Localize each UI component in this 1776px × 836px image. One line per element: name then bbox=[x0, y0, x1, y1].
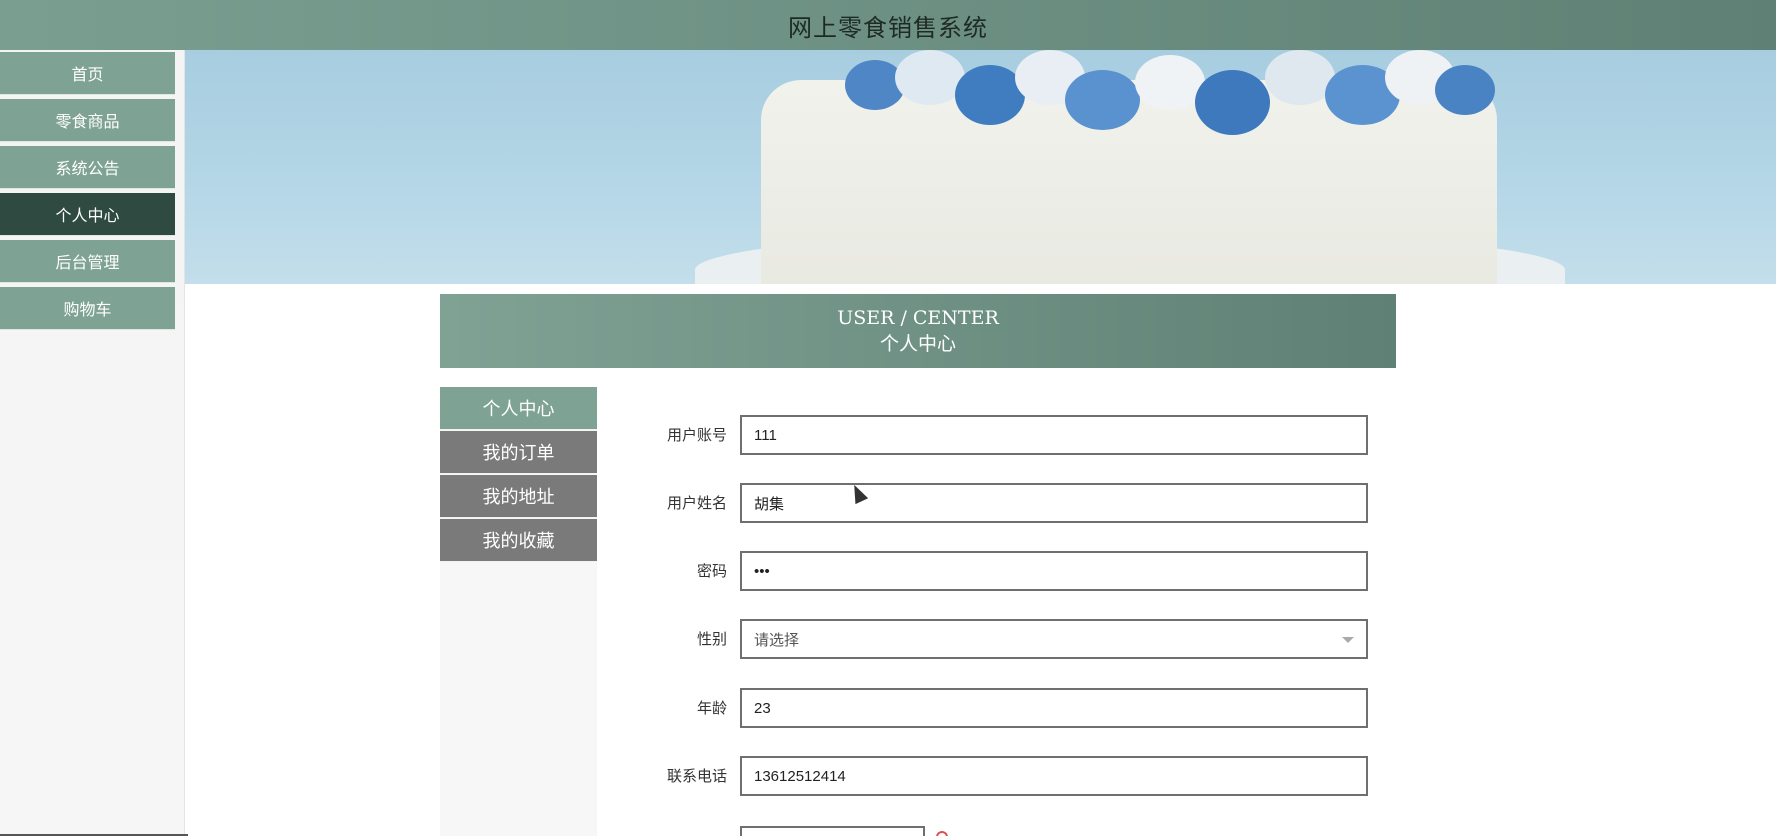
banner-flower bbox=[1195, 70, 1270, 135]
password-label: 密码 bbox=[696, 562, 727, 580]
age-label: 年龄 bbox=[696, 699, 727, 717]
nav-item-cart[interactable]: 购物车 bbox=[0, 287, 175, 330]
age-input[interactable]: 23 bbox=[740, 688, 1368, 728]
name-label: 用户姓名 bbox=[666, 494, 727, 512]
form-row-age: 年龄 23 bbox=[640, 688, 1370, 728]
form-row-name: 用户姓名 胡集 bbox=[640, 483, 1370, 523]
name-input[interactable]: 胡集 bbox=[740, 483, 1368, 523]
subnav-item-addresses[interactable]: 我的地址 bbox=[440, 475, 597, 518]
top-bar: 网上零食销售系统 bbox=[0, 0, 1776, 50]
phone-input[interactable]: 13612512414 bbox=[740, 756, 1368, 796]
nav-item-announcements[interactable]: 系统公告 bbox=[0, 146, 175, 189]
subnav-item-orders[interactable]: 我的订单 bbox=[440, 431, 597, 474]
gender-label: 性别 bbox=[696, 630, 727, 648]
nav-item-user-center[interactable]: 个人中心 bbox=[0, 193, 175, 236]
subnav-item-favorites[interactable]: 我的收藏 bbox=[440, 519, 597, 562]
form-row-phone: 联系电话 13612512414 bbox=[640, 756, 1370, 796]
user-subnav: 个人中心 我的订单 我的地址 我的收藏 bbox=[440, 387, 597, 836]
username-label: 用户账号 bbox=[666, 426, 727, 444]
panel-title-en: USER / CENTER bbox=[837, 307, 999, 329]
banner-flower bbox=[1435, 65, 1495, 115]
banner-flower bbox=[1065, 70, 1140, 130]
panel-title-cn: 个人中心 bbox=[879, 333, 956, 355]
phone-label: 联系电话 bbox=[666, 767, 727, 785]
chevron-down-icon bbox=[1342, 637, 1354, 643]
banner-image bbox=[185, 50, 1776, 284]
required-indicator-icon bbox=[936, 831, 948, 836]
username-input[interactable]: 111 bbox=[740, 415, 1368, 455]
form-row-password: 密码 ••• bbox=[640, 551, 1370, 591]
left-nav: 首页 零食商品 系统公告 个人中心 后台管理 购物车 bbox=[0, 50, 188, 836]
form-row-gender: 性别 请选择 bbox=[640, 619, 1370, 659]
site-title: 网上零食销售系统 bbox=[788, 13, 988, 42]
nav-item-admin[interactable]: 后台管理 bbox=[0, 240, 175, 283]
partial-next-input[interactable] bbox=[740, 826, 925, 836]
subnav-item-user-center[interactable]: 个人中心 bbox=[440, 387, 597, 430]
password-input[interactable]: ••• bbox=[740, 551, 1368, 591]
nav-item-snacks[interactable]: 零食商品 bbox=[0, 99, 175, 142]
gender-select[interactable]: 请选择 bbox=[740, 619, 1368, 659]
gender-select-value: 请选择 bbox=[754, 631, 800, 649]
nav-item-home[interactable]: 首页 bbox=[0, 52, 175, 95]
user-center-header: USER / CENTER 个人中心 bbox=[440, 294, 1396, 368]
form-row-username: 用户账号 111 bbox=[640, 415, 1370, 455]
